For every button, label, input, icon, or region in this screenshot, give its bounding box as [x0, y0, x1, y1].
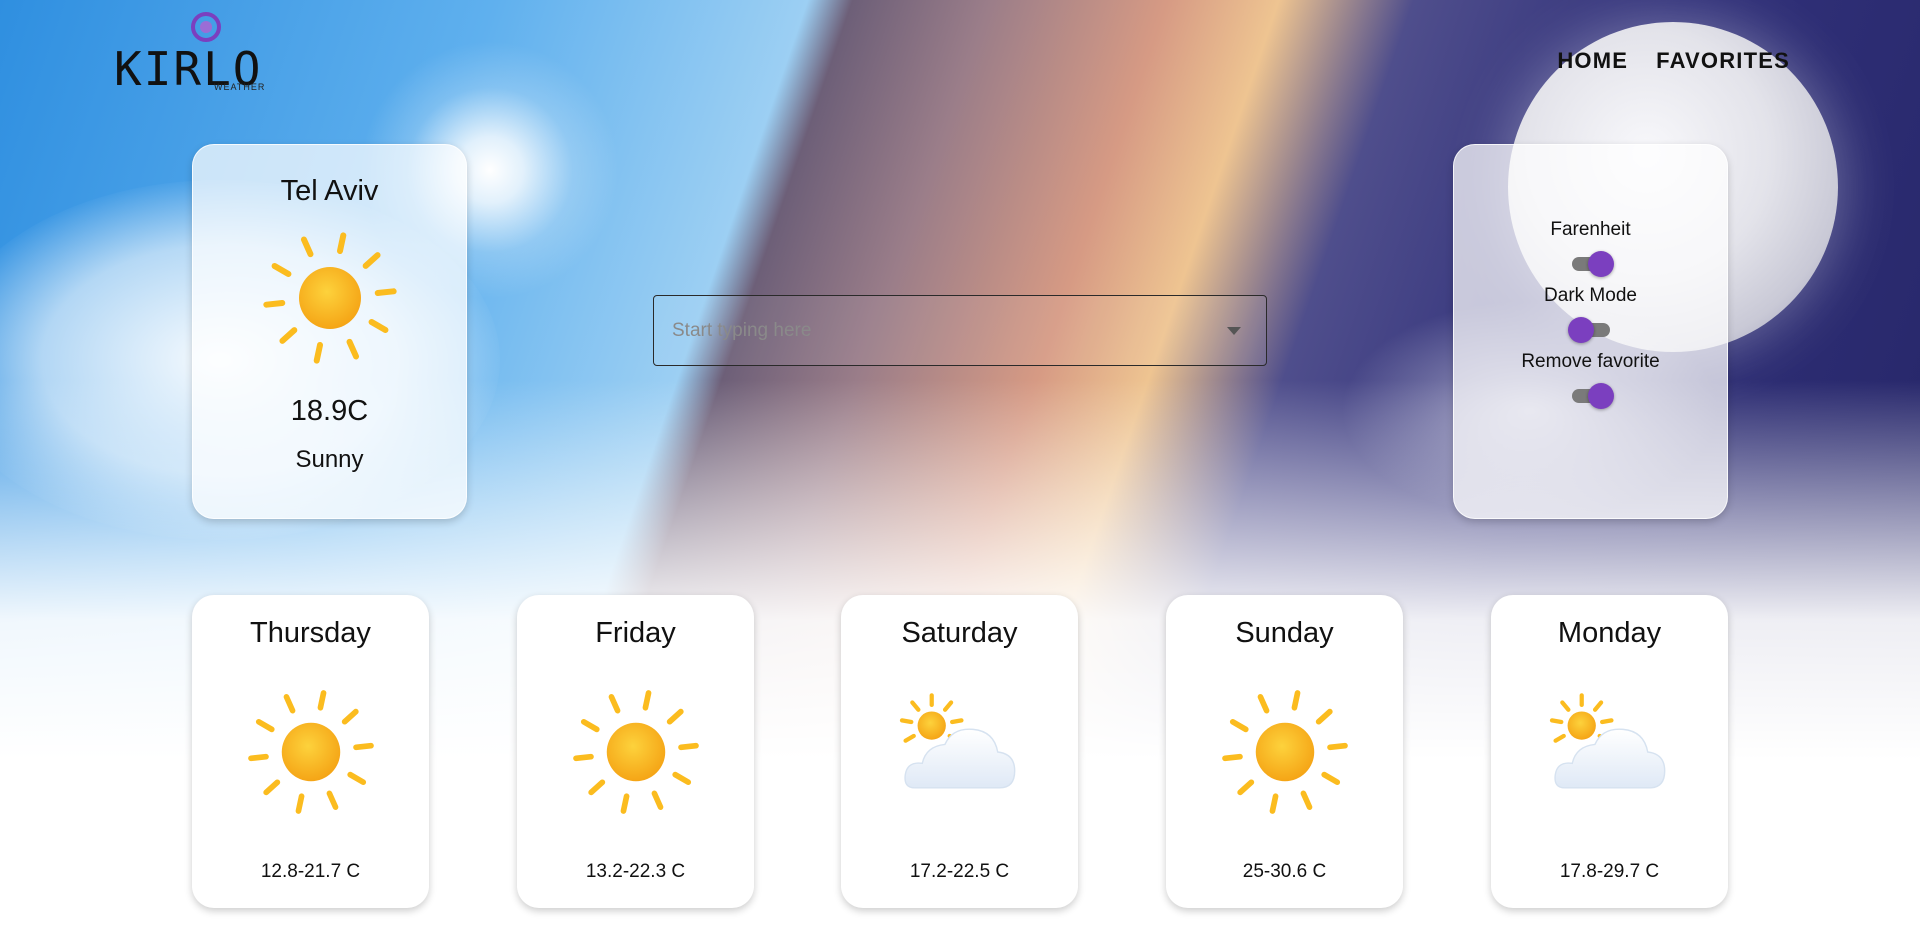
setting-label: Dark Mode	[1544, 285, 1637, 306]
setting-fahrenheit: Farenheit	[1454, 219, 1727, 285]
dark-mode-toggle[interactable]	[1567, 315, 1614, 343]
forecast-card-thursday: Thursday 12.8-21.7 C	[192, 595, 429, 908]
remove-favorite-toggle[interactable]	[1568, 381, 1614, 409]
nav-favorites-link[interactable]: FAVORITES	[1656, 48, 1790, 74]
settings-card: Farenheit Dark Mode Remove favorite	[1453, 144, 1728, 519]
logo-subtext: WEATHER	[214, 82, 266, 92]
app-logo[interactable]: KIRLO WEATHER	[112, 12, 282, 96]
toggle-thumb	[1567, 317, 1594, 343]
current-condition: Sunny	[295, 446, 364, 473]
top-nav: HOME FAVORITES	[1557, 48, 1790, 74]
forecast-card-friday: Friday 13.2-22.3 C	[517, 595, 754, 908]
sun-icon	[262, 232, 397, 364]
toggle-thumb	[1587, 251, 1614, 277]
forecast-card-monday: Monday 17.8-29.7 C	[1491, 595, 1728, 908]
setting-remove-favorite: Remove favorite	[1454, 351, 1727, 417]
sun-icon	[572, 690, 699, 814]
nav-home-link[interactable]: HOME	[1557, 48, 1628, 74]
setting-label: Remove favorite	[1521, 351, 1660, 372]
forecast-temperature-range: 12.8-21.7 C	[260, 861, 361, 882]
city-search-combobox[interactable]	[653, 295, 1267, 366]
forecast-day: Thursday	[250, 617, 371, 649]
forecast-temperature-range: 13.2-22.3 C	[585, 861, 686, 882]
chevron-down-icon[interactable]	[1220, 317, 1248, 345]
partly-cloudy-icon	[899, 693, 1015, 789]
current-city: Tel Aviv	[280, 175, 379, 207]
current-weather-card: Tel Aviv 18.9C Sunny	[192, 144, 467, 519]
forecast-temperature-range: 25-30.6 C	[1242, 861, 1327, 882]
sun-icon	[1221, 690, 1348, 814]
forecast-card-sunday: Sunday 25-30.6 C	[1166, 595, 1403, 908]
forecast-day: Monday	[1557, 617, 1662, 649]
forecast-temperature-range: 17.2-22.5 C	[909, 861, 1010, 882]
forecast-day: Sunday	[1235, 617, 1334, 649]
search-input[interactable]	[672, 319, 1220, 342]
current-temperature: 18.9C	[290, 395, 369, 427]
forecast-temperature-range: 17.8-29.7 C	[1559, 861, 1660, 882]
forecast-day: Friday	[595, 617, 676, 649]
setting-label: Farenheit	[1550, 219, 1631, 240]
forecast-card-saturday: Saturday 17.2-22.5 C	[841, 595, 1078, 908]
forecast-day: Saturday	[901, 617, 1018, 649]
toggle-thumb	[1587, 383, 1614, 409]
fahrenheit-toggle[interactable]	[1568, 249, 1614, 277]
sun-icon	[247, 690, 374, 814]
setting-dark-mode: Dark Mode	[1454, 285, 1727, 351]
partly-cloudy-icon	[1549, 693, 1665, 789]
